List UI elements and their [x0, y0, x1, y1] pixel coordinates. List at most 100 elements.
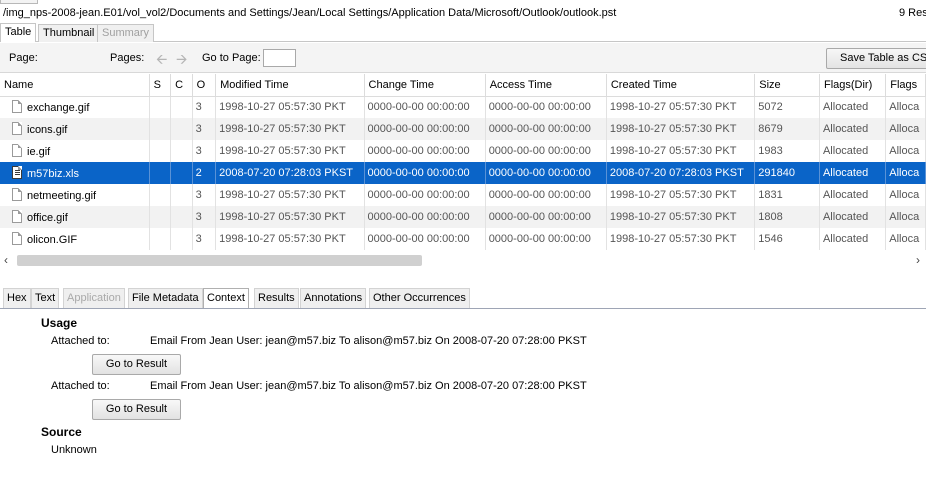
column-header[interactable]: Change Time: [364, 74, 486, 97]
cell-change: 0000-00-00 00:00:00: [364, 118, 486, 140]
file-name: ie.gif: [27, 146, 51, 158]
column-header[interactable]: Flags: [885, 74, 926, 97]
table-row[interactable]: office.gif 3 1998-10-27 05:57:30 PKT 000…: [0, 206, 926, 228]
right-arrow-icon[interactable]: 🡪: [176, 49, 187, 73]
column-header[interactable]: Size: [754, 74, 820, 97]
table-row[interactable]: ie.gif 3 1998-10-27 05:57:30 PKT 0000-00…: [0, 140, 926, 162]
cell-flags: Alloca: [885, 206, 926, 228]
cell-flags-dir: Allocated: [819, 184, 887, 206]
goto-page-input[interactable]: [263, 49, 296, 67]
left-arrow-icon[interactable]: 🡨: [156, 49, 167, 73]
cell-flags: Alloca: [885, 140, 926, 162]
cell-modified: 1998-10-27 05:57:30 PKT: [215, 228, 365, 250]
file-name: icons.gif: [27, 124, 68, 136]
horizontal-scrollbar[interactable]: ‹ ›: [0, 252, 926, 269]
column-header[interactable]: O: [192, 74, 217, 97]
file-name: exchange.gif: [27, 102, 90, 115]
cell-change: 0000-00-00 00:00:00: [364, 96, 486, 118]
tab-results[interactable]: Results: [254, 288, 299, 308]
cell-c: [170, 206, 193, 228]
source-value: Unknown: [51, 444, 97, 456]
name-cell: exchange.gif: [0, 96, 150, 118]
cell-size: 8679: [754, 118, 820, 140]
spreadsheet-icon: [12, 166, 22, 179]
scroll-right-icon[interactable]: ›: [916, 253, 920, 267]
cell-created: 1998-10-27 05:57:30 PKT: [606, 228, 756, 250]
file-icon: [12, 232, 22, 245]
column-header[interactable]: Created Time: [606, 74, 756, 97]
cell-s: [149, 140, 172, 162]
file-name: office.gif: [27, 212, 68, 224]
cell-modified: 2008-07-20 07:28:03 PKST: [215, 162, 365, 184]
cell-s: [149, 228, 172, 250]
goto-page-label: Go to Page:: [202, 52, 261, 64]
cell-change: 0000-00-00 00:00:00: [364, 206, 486, 228]
table-header-row: Name S C O Modified Time Change Time Acc…: [0, 74, 926, 97]
paging-toolbar: Page: Pages: 🡨 🡪 Go to Page: Save Table …: [0, 43, 926, 73]
cell-size: 1983: [754, 140, 820, 162]
cell-s: [149, 162, 172, 184]
tab-context[interactable]: Context: [203, 288, 249, 308]
scroll-left-icon[interactable]: ‹: [4, 253, 8, 267]
tab-table[interactable]: Table: [0, 23, 37, 42]
table-row[interactable]: netmeeting.gif 3 1998-10-27 05:57:30 PKT…: [0, 184, 926, 206]
cell-c: [170, 96, 193, 118]
tab-other-occurrences[interactable]: Other Occurrences: [369, 288, 470, 308]
table-row-selected[interactable]: m57biz.xls 2 2008-07-20 07:28:03 PKST 00…: [0, 162, 926, 184]
tab-annotations[interactable]: Annotations: [300, 288, 367, 308]
file-table: Name S C O Modified Time Change Time Acc…: [0, 74, 926, 252]
results-count: 9 Res: [899, 7, 926, 19]
file-icon: [12, 188, 22, 201]
tab-file-metadata[interactable]: File Metadata: [128, 288, 203, 308]
table-row[interactable]: olicon.GIF 3 1998-10-27 05:57:30 PKT 000…: [0, 228, 926, 250]
cell-flags-dir: Allocated: [819, 140, 887, 162]
column-header[interactable]: Access Time: [485, 74, 607, 97]
cell-flags-dir: Allocated: [819, 96, 887, 118]
go-to-result-button[interactable]: Go to Result: [92, 354, 181, 375]
usage-heading: Usage: [41, 316, 78, 330]
cell-flags: Alloca: [885, 118, 926, 140]
cell-c: [170, 118, 193, 140]
cell-change: 0000-00-00 00:00:00: [364, 162, 486, 184]
cell-flags: Alloca: [885, 96, 926, 118]
tab-application: Application: [63, 288, 125, 308]
cell-size: 291840: [754, 162, 820, 184]
table-row[interactable]: icons.gif 3 1998-10-27 05:57:30 PKT 0000…: [0, 118, 926, 140]
cell-access: 0000-00-00 00:00:00: [485, 184, 607, 206]
context-panel: Usage Attached to: Email From Jean User:…: [0, 309, 926, 489]
cell-created: 1998-10-27 05:57:30 PKT: [606, 118, 756, 140]
cell-o: 2: [192, 162, 217, 184]
scrollbar-thumb[interactable]: [17, 255, 422, 266]
column-header[interactable]: S: [149, 74, 172, 97]
name-cell: office.gif: [0, 206, 150, 228]
listing-tab-stub[interactable]: [0, 0, 38, 4]
column-header[interactable]: Modified Time: [215, 74, 365, 97]
current-path: /img_nps-2008-jean.E01/vol_vol2/Document…: [3, 7, 617, 19]
save-table-csv-button[interactable]: Save Table as CSV: [826, 48, 926, 69]
cell-s: [149, 184, 172, 206]
cell-size: 5072: [754, 96, 820, 118]
tab-text[interactable]: Text: [31, 288, 60, 308]
column-header[interactable]: Flags(Dir): [819, 74, 887, 97]
tab-summary: Summary: [97, 24, 155, 42]
cell-modified: 1998-10-27 05:57:30 PKT: [215, 118, 365, 140]
go-to-result-button[interactable]: Go to Result: [92, 399, 181, 420]
cell-o: 3: [192, 140, 217, 162]
table-row[interactable]: exchange.gif 3 1998-10-27 05:57:30 PKT 0…: [0, 96, 926, 118]
cell-created: 2008-07-20 07:28:03 PKST: [606, 162, 756, 184]
page-label: Page:: [9, 52, 38, 64]
tab-hex[interactable]: Hex: [3, 288, 31, 308]
file-name: olicon.GIF: [27, 234, 78, 246]
attached-to-label: Attached to:: [51, 380, 110, 392]
tab-thumbnail[interactable]: Thumbnail: [38, 24, 100, 42]
cell-created: 1998-10-27 05:57:30 PKT: [606, 184, 756, 206]
cell-o: 3: [192, 228, 217, 250]
column-header[interactable]: C: [170, 74, 193, 97]
cell-size: 1831: [754, 184, 820, 206]
cell-created: 1998-10-27 05:57:30 PKT: [606, 206, 756, 228]
cell-o: 3: [192, 96, 217, 118]
column-header[interactable]: Name: [0, 74, 150, 97]
file-icon: [12, 144, 22, 157]
cell-c: [170, 228, 193, 250]
cell-size: 1546: [754, 228, 820, 250]
